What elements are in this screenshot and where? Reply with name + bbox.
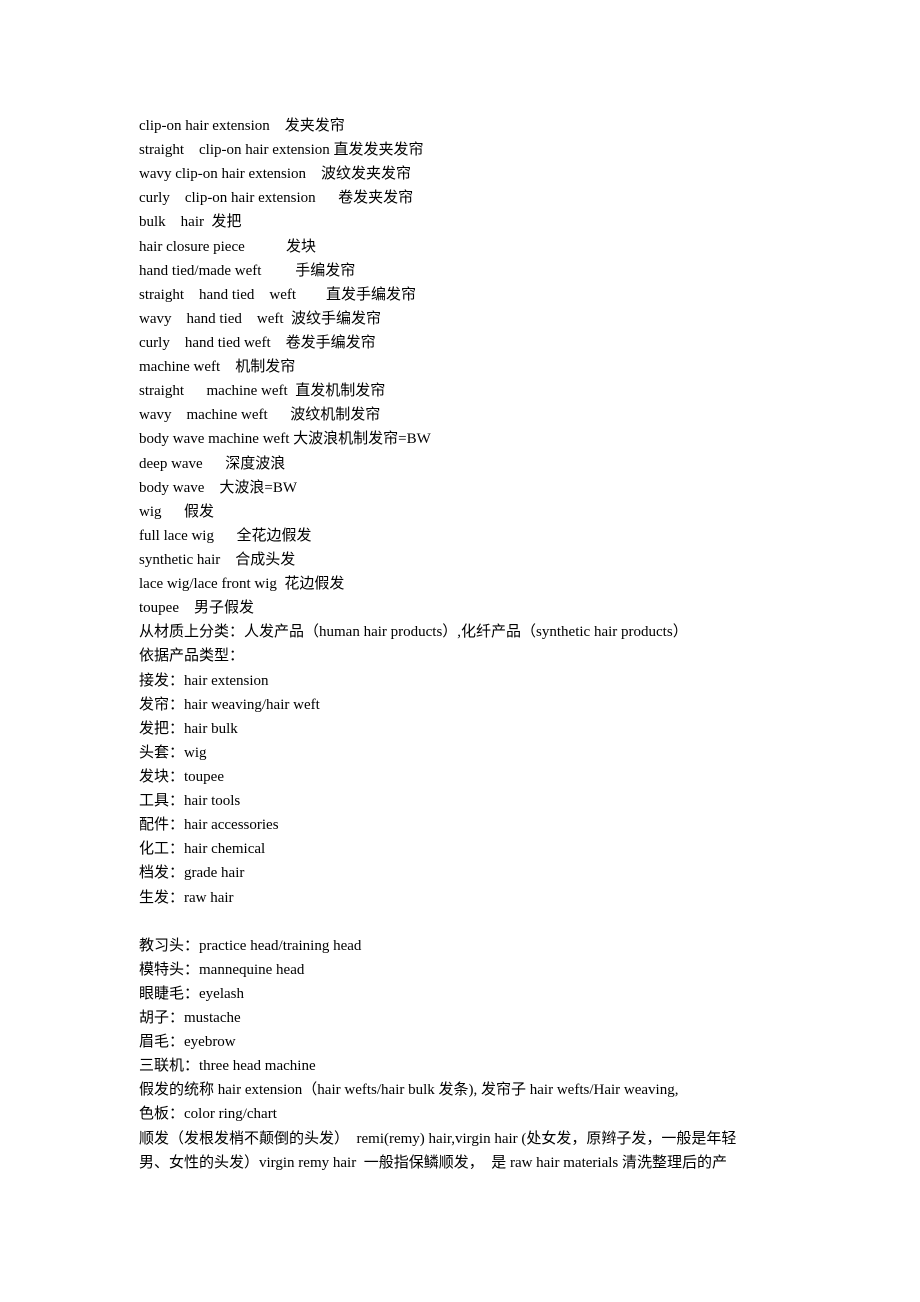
text-line: 三联机：three head machine bbox=[139, 1058, 316, 1075]
text-line: hair closure piece 发块 bbox=[139, 238, 317, 255]
text-line: 男、女性的头发）virgin remy hair 一般指保鳞顺发， 是 raw … bbox=[139, 1154, 727, 1171]
text-line: 档发：grade hair bbox=[139, 865, 245, 882]
text-line: 工具：hair tools bbox=[139, 793, 241, 810]
text-line: full lace wig 全花边假发 bbox=[139, 527, 312, 544]
text-line: wavy hand tied weft 波纹手编发帘 bbox=[139, 310, 382, 327]
text-line: curly hand tied weft 卷发手编发帘 bbox=[139, 334, 376, 351]
text-line: 接发：hair extension bbox=[139, 672, 269, 689]
text-line: 眼睫毛：eyelash bbox=[139, 985, 244, 1002]
text-line: 头套：wig bbox=[139, 744, 207, 761]
text-line: hand tied/made weft 手编发帘 bbox=[139, 262, 356, 279]
text-line: straight clip-on hair extension 直发发夹发帘 bbox=[139, 142, 424, 159]
text-line: 从材质上分类：人发产品（human hair products）,化纤产品（sy… bbox=[139, 624, 688, 641]
text-line: 模特头：mannequine head bbox=[139, 961, 305, 978]
text-line: 化工：hair chemical bbox=[139, 841, 266, 858]
text-line: 假发的统称 hair extension（hair wefts/hair bul… bbox=[139, 1082, 679, 1099]
text-line: 生发：raw hair bbox=[139, 889, 234, 906]
text-line: 色板：color ring/chart bbox=[139, 1106, 277, 1123]
text-line: 胡子：mustache bbox=[139, 1010, 241, 1027]
text-line: 顺发（发根发梢不颠倒的头发） remi(remy) hair,virgin ha… bbox=[139, 1130, 737, 1147]
text-line: straight machine weft 直发机制发帘 bbox=[139, 383, 386, 400]
text-line: body wave machine weft 大波浪机制发帘=BW bbox=[139, 431, 431, 448]
text-line: bulk hair 发把 bbox=[139, 214, 242, 231]
text-line: 发块：toupee bbox=[139, 768, 224, 785]
text-line: wavy machine weft 波纹机制发帘 bbox=[139, 407, 381, 424]
text-line: toupee 男子假发 bbox=[139, 600, 254, 617]
text-line: wavy clip-on hair extension 波纹发夹发帘 bbox=[139, 166, 412, 183]
document-body: clip-on hair extension 发夹发帘 straight clip… bbox=[139, 114, 799, 1175]
text-line: lace wig/lace front wig 花边假发 bbox=[139, 576, 345, 593]
text-line: curly clip-on hair extension 卷发夹发帘 bbox=[139, 190, 414, 207]
text-line bbox=[139, 910, 799, 934]
text-line: body wave 大波浪=BW bbox=[139, 479, 298, 496]
text-line: 发帘：hair weaving/hair weft bbox=[139, 696, 320, 713]
text-line: machine weft 机制发帘 bbox=[139, 359, 296, 376]
text-line: 依据产品类型： bbox=[139, 648, 245, 665]
text-line: straight hand tied weft 直发手编发帘 bbox=[139, 286, 417, 303]
text-line: synthetic hair 合成头发 bbox=[139, 551, 296, 568]
text-line: deep wave 深度波浪 bbox=[139, 455, 286, 472]
text-line: wig 假发 bbox=[139, 503, 215, 520]
text-line: 发把：hair bulk bbox=[139, 720, 238, 737]
text-line: 眉毛：eyebrow bbox=[139, 1034, 236, 1051]
text-line: 配件：hair accessories bbox=[139, 817, 279, 834]
text-line: 教习头：practice head/training head bbox=[139, 937, 362, 954]
text-line: clip-on hair extension 发夹发帘 bbox=[139, 118, 345, 134]
